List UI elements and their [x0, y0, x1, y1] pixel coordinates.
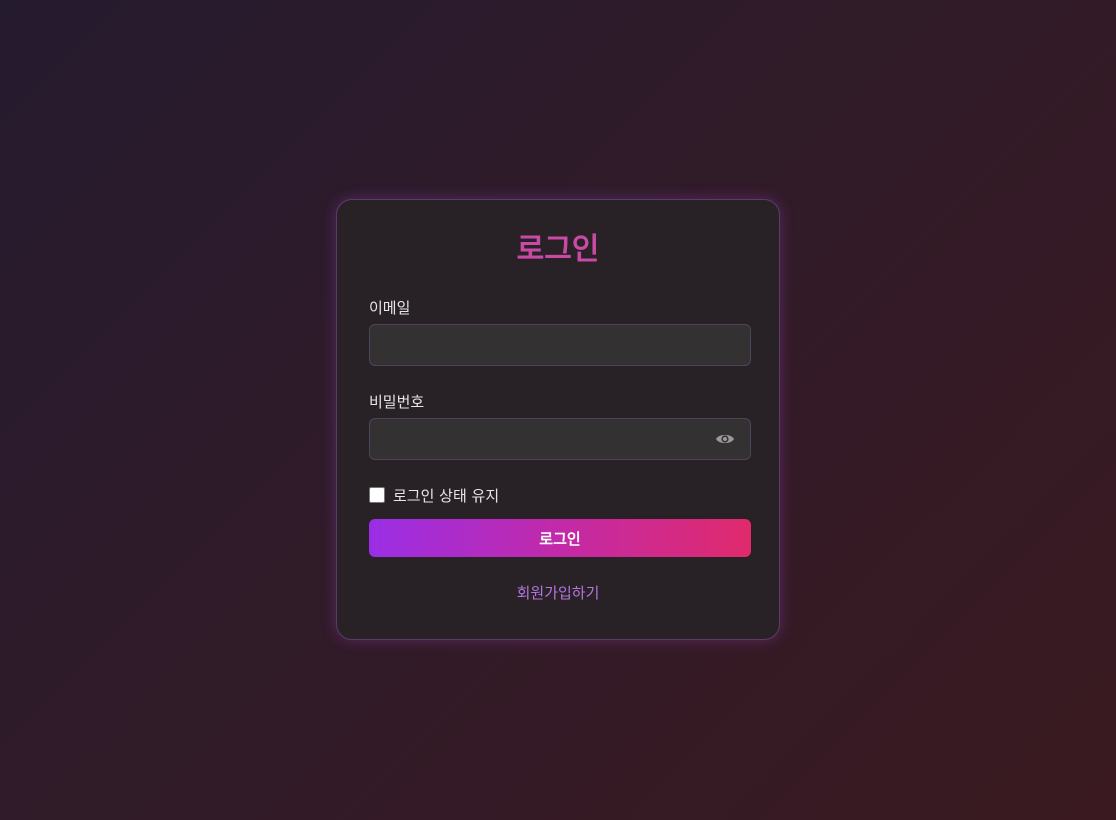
eye-icon[interactable] [715, 429, 735, 449]
page-title: 로그인 [516, 232, 600, 267]
login-button[interactable]: 로그인 [369, 519, 751, 557]
password-field-group: 비밀번호 [369, 392, 751, 460]
login-card: 로그인 이메일 비밀번호 로그인 상태 유지 로그인 회원가입하기 [336, 199, 780, 640]
signup-link[interactable]: 회원가입하기 [369, 583, 747, 603]
remember-me-checkbox[interactable] [369, 487, 385, 503]
password-field[interactable] [369, 418, 751, 460]
remember-me-row: 로그인 상태 유지 [369, 485, 747, 505]
remember-me-label: 로그인 상태 유지 [393, 486, 500, 505]
email-field[interactable] [369, 324, 751, 366]
email-field-group: 이메일 [369, 298, 751, 366]
password-label: 비밀번호 [369, 393, 425, 411]
email-label: 이메일 [369, 299, 411, 317]
